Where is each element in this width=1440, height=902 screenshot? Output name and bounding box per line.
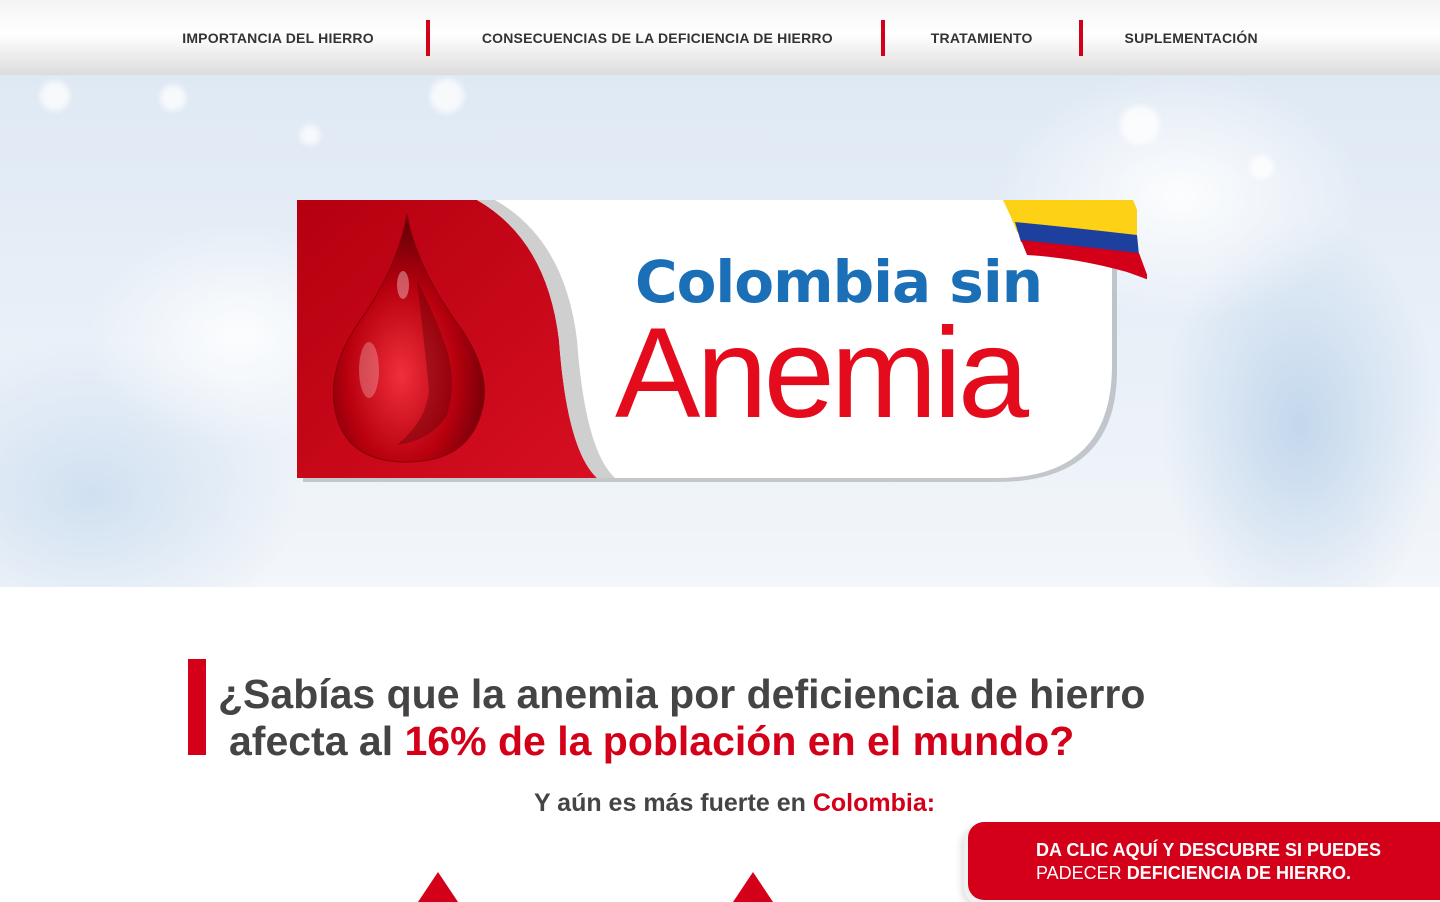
- background-bokeh: [1120, 105, 1160, 145]
- cta-line1: DA CLIC AQUÍ Y DESCUBRE SI PUEDES: [1036, 840, 1382, 860]
- nav-item-consecuencias[interactable]: CONSECUENCIAS DE LA DEFICIENCIA DE HIERR…: [482, 30, 833, 46]
- question-heading-prefix: afecta al: [229, 718, 405, 764]
- colombia-sin-anemia-logo: Colombia sin Anemia: [297, 200, 1147, 482]
- red-triangle-marker: [733, 872, 773, 902]
- cta-line2-prefix: PADECER: [1036, 863, 1127, 883]
- nav-separator: [425, 19, 430, 56]
- nav-item-suplementacion[interactable]: SUPLEMENTACIÓN: [1125, 30, 1258, 46]
- question-heading-highlight: 16% de la población en el mundo?: [404, 718, 1075, 764]
- background-bokeh: [160, 85, 186, 111]
- nav-separator: [1078, 19, 1083, 56]
- background-bokeh: [40, 81, 70, 111]
- red-triangle-marker: [418, 872, 458, 902]
- nav-separator: [880, 19, 885, 56]
- cta-line2: PADECER DEFICIENCIA DE HIERRO.: [1036, 862, 1381, 885]
- question-heading-text: ¿Sabías que la anemia por deficiencia de…: [218, 671, 1146, 717]
- iron-deficiency-test-button[interactable]: DA CLIC AQUÍ Y DESCUBRE SI PUEDES PADECE…: [968, 822, 1440, 900]
- subheading-prefix: Y aún es más fuerte en: [534, 789, 813, 817]
- background-bokeh: [1250, 155, 1274, 179]
- hero-banner: Colombia sin Anemia: [0, 75, 1440, 587]
- cta-text: DA CLIC AQUÍ Y DESCUBRE SI PUEDES PADECE…: [1036, 839, 1381, 885]
- heading-accent-bar: [188, 659, 206, 755]
- top-navigation: IMPORTANCIA DEL HIERRO CONSECUENCIAS DE …: [0, 0, 1440, 75]
- logo-title-line2: Anemia: [615, 302, 1029, 445]
- question-heading-line1: ¿Sabías que la anemia por deficiencia de…: [218, 671, 1145, 718]
- subheading: Y aún es más fuerte en Colombia:: [534, 789, 935, 818]
- background-bokeh: [300, 125, 320, 145]
- subheading-highlight: Colombia:: [812, 789, 936, 817]
- question-heading-line2: afecta al 16% de la población en el mund…: [229, 718, 1074, 765]
- nav-item-importancia[interactable]: IMPORTANCIA DEL HIERRO: [182, 30, 374, 46]
- background-bokeh: [430, 79, 464, 113]
- nav-item-tratamiento[interactable]: TRATAMIENTO: [931, 30, 1033, 46]
- cta-line2-highlight: DEFICIENCIA DE HIERRO.: [1126, 863, 1352, 883]
